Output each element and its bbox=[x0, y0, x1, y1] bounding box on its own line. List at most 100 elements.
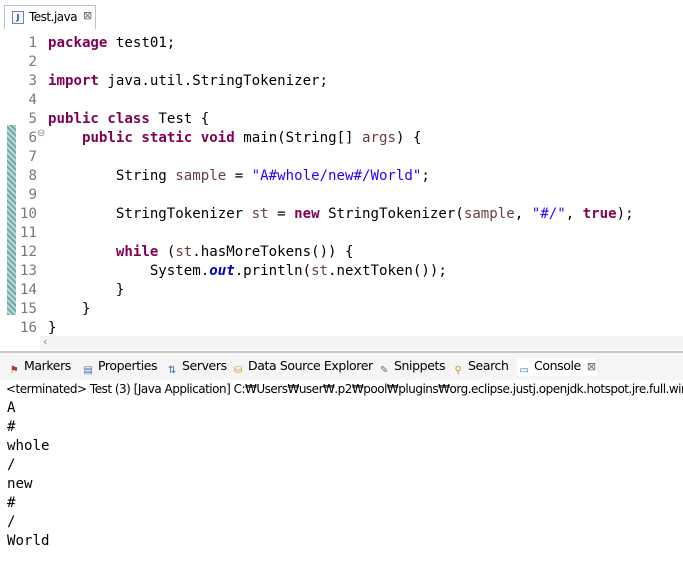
string-literal-token: "A#whole/new#/World" bbox=[251, 168, 422, 184]
code-token: ; bbox=[421, 168, 430, 184]
code-line[interactable]: 2 bbox=[0, 53, 683, 72]
code-token: , bbox=[565, 206, 583, 222]
tab-markers[interactable]: ⚑ Markers bbox=[7, 358, 72, 376]
line-number: 5 bbox=[28, 111, 38, 127]
tab-snippets[interactable]: ✎ Snippets bbox=[377, 358, 446, 376]
markers-icon: ⚑ bbox=[9, 365, 19, 376]
code-line[interactable]: 8 String sample = "A#whole/new#/World"; bbox=[0, 167, 683, 186]
view-tab-label: Data Source Explorer bbox=[248, 358, 373, 373]
code-token: .hasMoreTokens()) { bbox=[192, 244, 354, 260]
line-number: 12 bbox=[20, 244, 37, 260]
code-text: String sample = "A#whole/new#/World"; bbox=[48, 167, 430, 186]
editor-tab-bar: J Test.java ⊠ bbox=[0, 0, 683, 31]
line-number: 14 bbox=[20, 282, 37, 298]
code-token: java.util.StringTokenizer; bbox=[98, 73, 329, 89]
keyword-token: static bbox=[141, 130, 193, 146]
code-token: test01; bbox=[107, 35, 176, 51]
code-token: ); bbox=[616, 206, 634, 222]
console-output[interactable]: A # whole / new # / World bbox=[7, 399, 683, 561]
code-line[interactable]: 9 bbox=[0, 186, 683, 205]
properties-icon: ▤ bbox=[83, 365, 93, 376]
view-tab-label: Servers bbox=[182, 358, 227, 373]
code-line[interactable]: 15 } bbox=[0, 300, 683, 319]
close-icon[interactable]: ⊠ bbox=[587, 360, 596, 373]
code-line[interactable]: 14 } bbox=[0, 281, 683, 300]
code-text: import java.util.StringTokenizer; bbox=[48, 72, 328, 91]
tab-console[interactable]: ▭ Console ⊠ bbox=[517, 358, 596, 376]
tab-data-source-explorer[interactable]: ⛁ Data Source Explorer bbox=[231, 358, 373, 376]
snippets-icon: ✎ bbox=[380, 365, 388, 376]
keyword-token: new bbox=[294, 206, 320, 222]
variable-token: sample bbox=[175, 168, 227, 184]
tab-search[interactable]: ⚲ Search bbox=[451, 358, 509, 376]
search-icon: ⚲ bbox=[454, 365, 462, 376]
code-line[interactable]: 10 StringTokenizer st = new StringTokeni… bbox=[0, 205, 683, 224]
code-token: = bbox=[268, 206, 295, 222]
line-number: 4 bbox=[28, 92, 38, 108]
code-text: System.out.println(st.nextToken()); bbox=[48, 262, 447, 281]
keyword-token: void bbox=[200, 130, 235, 146]
line-number: 7 bbox=[28, 149, 38, 165]
variable-token: st bbox=[311, 263, 329, 279]
console-process-label: <terminated> Test (3) [Java Application]… bbox=[0, 380, 683, 399]
code-line[interactable]: 4 bbox=[0, 91, 683, 110]
code-text: while (st.hasMoreTokens()) { bbox=[48, 243, 354, 262]
scroll-left-icon[interactable]: ‹ bbox=[43, 335, 47, 348]
editor-tab-test-java[interactable]: J Test.java ⊠ bbox=[4, 5, 96, 29]
code-text: StringTokenizer st = new StringTokenizer… bbox=[48, 205, 634, 224]
view-tab-label: Properties bbox=[98, 358, 158, 373]
code-token: } bbox=[48, 301, 91, 317]
variable-token: st bbox=[175, 244, 193, 260]
line-number: 16 bbox=[20, 320, 37, 336]
line-number: 10 bbox=[20, 206, 37, 222]
code-token: Test { bbox=[149, 111, 210, 127]
view-tab-label: Search bbox=[468, 358, 509, 373]
fold-collapse-icon[interactable]: ⊖ bbox=[37, 128, 45, 139]
code-line[interactable]: 1 package test01; bbox=[0, 34, 683, 53]
code-token: System. bbox=[48, 263, 210, 279]
console-output-line: A bbox=[7, 400, 16, 416]
close-icon[interactable]: ⊠ bbox=[83, 9, 92, 22]
code-text: } bbox=[48, 300, 91, 319]
keyword-token: true bbox=[582, 206, 617, 222]
code-line[interactable]: 13 System.out.println(st.nextToken()); bbox=[0, 262, 683, 281]
console-output-line: # bbox=[7, 419, 16, 435]
variable-token: st bbox=[251, 206, 269, 222]
code-token: } bbox=[48, 282, 125, 298]
keyword-token: import bbox=[48, 73, 99, 89]
code-line[interactable]: 12 while (st.hasMoreTokens()) { bbox=[0, 243, 683, 262]
console-icon: ▭ bbox=[519, 365, 529, 376]
tab-properties[interactable]: ▤ Properties bbox=[81, 358, 157, 376]
code-line[interactable]: 5 public class Test { bbox=[0, 110, 683, 129]
code-token: StringTokenizer( bbox=[319, 206, 464, 222]
line-number: 2 bbox=[28, 54, 38, 70]
console-output-line: whole bbox=[7, 438, 50, 454]
code-line[interactable]: 7 bbox=[0, 148, 683, 167]
data-source-explorer-icon: ⛁ bbox=[234, 365, 242, 376]
line-number: 8 bbox=[28, 168, 38, 184]
code-token: StringTokenizer bbox=[48, 206, 252, 222]
code-token: .nextToken()); bbox=[328, 263, 447, 279]
variable-token: sample bbox=[463, 206, 515, 222]
line-number: 9 bbox=[28, 187, 38, 203]
code-token: } bbox=[48, 320, 57, 336]
code-text: package test01; bbox=[48, 34, 175, 53]
tab-servers[interactable]: ⇅ Servers bbox=[165, 358, 227, 376]
keyword-token: public bbox=[48, 111, 99, 127]
code-token: ( bbox=[158, 244, 176, 260]
console-output-line: World bbox=[7, 533, 50, 549]
code-text: public static void main(String[] args) { bbox=[48, 129, 422, 148]
view-tab-bar: ⚑ Markers ▤ Properties ⇅ Servers ⛁ Data Source … bbox=[0, 353, 683, 380]
horizontal-scrollbar[interactable]: ‹ bbox=[40, 335, 683, 350]
console-output-line: # bbox=[7, 495, 16, 511]
code-editor[interactable]: 1 package test01; 2 3 import java.util.Strin… bbox=[0, 31, 683, 350]
code-line[interactable]: 6 ⊖ public static void main(String[] args… bbox=[0, 128, 683, 148]
code-line[interactable]: 11 bbox=[0, 224, 683, 243]
code-text: public class Test { bbox=[48, 110, 209, 129]
keyword-token: public bbox=[81, 130, 133, 146]
code-line[interactable]: 3 import java.util.StringTokenizer; bbox=[0, 72, 683, 91]
view-tab-label: Snippets bbox=[394, 358, 446, 373]
